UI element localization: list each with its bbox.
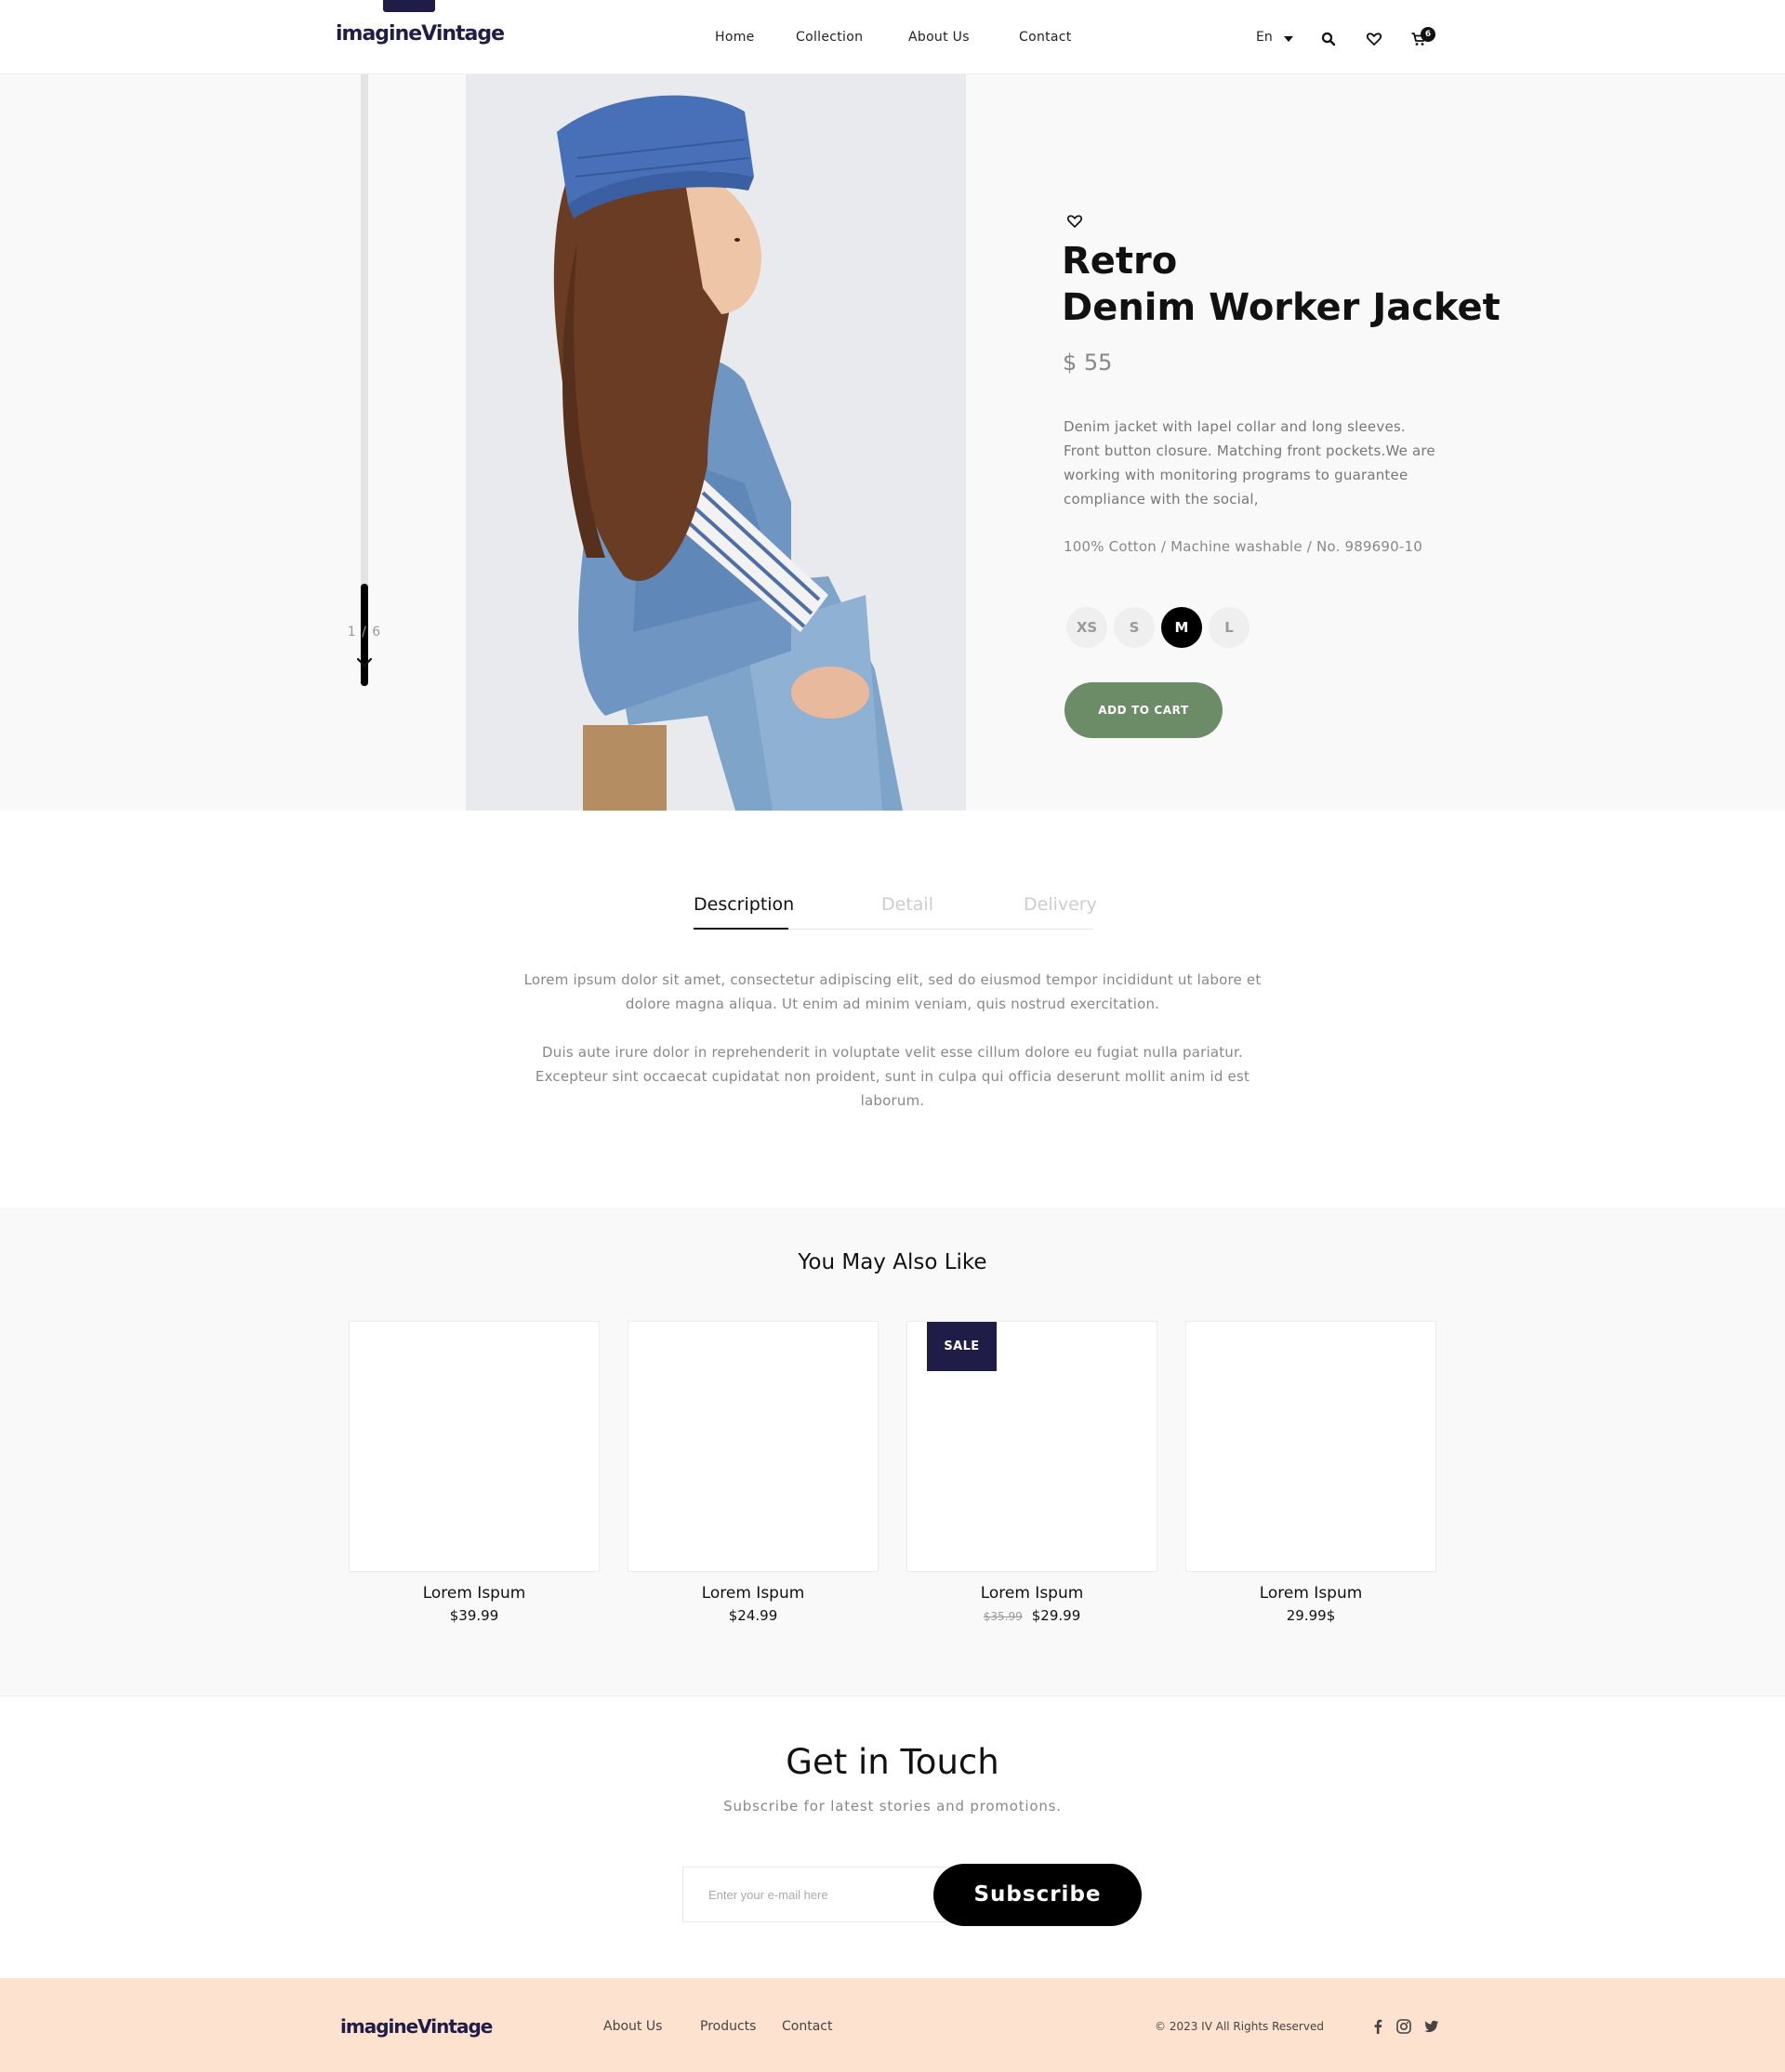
product-card-name[interactable]: Lorem Ispum — [906, 1584, 1157, 1603]
product-card-name[interactable]: Lorem Ispum — [628, 1584, 879, 1603]
heart-icon[interactable] — [1366, 31, 1382, 47]
gallery-counter: 1 / 6 — [347, 625, 382, 640]
facebook-icon[interactable] — [1369, 2018, 1386, 2035]
product-card-name[interactable]: Lorem Ispum — [1185, 1584, 1436, 1603]
product-card-price-group: $35.99 $29.99 — [906, 1607, 1157, 1624]
product-title: Retro Denim Worker Jacket — [1062, 238, 1508, 331]
product-photo — [466, 74, 966, 811]
logo-tab-decoration — [383, 0, 435, 12]
nav-contact[interactable]: Contact — [1019, 30, 1072, 45]
product-title-line2: Denim Worker Jacket — [1062, 286, 1501, 329]
product-description: Denim jacket with lapel collar and long … — [1064, 418, 1435, 508]
size-option-m[interactable]: M — [1161, 607, 1202, 648]
description-paragraph-1: Lorem ipsum dolor sit amet, consectetur … — [523, 971, 1262, 1012]
related-products-title: You May Also Like — [798, 1250, 987, 1274]
product-card-image[interactable] — [628, 1321, 879, 1572]
add-to-cart-button[interactable]: ADD TO CART — [1064, 682, 1223, 738]
tab-delivery[interactable]: Delivery — [1024, 894, 1097, 915]
product-card-price: $39.99 — [449, 1607, 499, 1624]
copyright-text: © 2023 IV All Rights Reserved — [1155, 2020, 1324, 2033]
footer-link-products[interactable]: Products — [700, 2019, 756, 2034]
tab-description[interactable]: Description — [694, 894, 794, 915]
sale-badge: SALE — [927, 1322, 997, 1371]
size-option-s[interactable]: S — [1114, 607, 1155, 648]
product-card-price: $29.99 — [1031, 1607, 1081, 1624]
size-option-l[interactable]: L — [1209, 607, 1250, 648]
newsletter-subtitle: Subscribe for latest stories and promoti… — [723, 1798, 1062, 1815]
product-title-line1: Retro — [1062, 240, 1178, 283]
email-input[interactable] — [682, 1867, 952, 1922]
twitter-icon[interactable] — [1423, 2018, 1440, 2035]
language-selector[interactable]: En — [1256, 30, 1273, 45]
active-tab-indicator — [694, 928, 788, 930]
related-products-section — [0, 1208, 1785, 1696]
footer-logo[interactable]: imagineVintage — [340, 2015, 493, 2038]
instagram-icon[interactable] — [1395, 2018, 1412, 2035]
site-footer — [0, 1978, 1785, 2072]
product-card-image[interactable] — [349, 1321, 600, 1572]
nav-home[interactable]: Home — [715, 30, 755, 45]
nav-collection[interactable]: Collection — [796, 30, 863, 45]
search-icon[interactable] — [1320, 31, 1337, 47]
product-card-price: 29.99$ — [1286, 1607, 1336, 1624]
product-card-old-price: $35.99 — [983, 1610, 1023, 1623]
footer-link-about-us[interactable]: About Us — [603, 2019, 662, 2034]
chevron-down-icon[interactable] — [355, 656, 374, 669]
site-logo[interactable]: imagineVintage — [336, 22, 505, 46]
size-option-xs[interactable]: XS — [1066, 607, 1107, 648]
product-card-price: $24.99 — [728, 1607, 778, 1624]
site-header — [0, 0, 1785, 74]
nav-about-us[interactable]: About Us — [908, 30, 970, 45]
product-spec: 100% Cotton / Machine washable / No. 989… — [1064, 538, 1423, 555]
description-paragraph-2: Duis aute irure dolor in reprehenderit i… — [535, 1044, 1250, 1109]
subscribe-button[interactable]: Subscribe — [933, 1864, 1142, 1926]
product-tabs: Description Detail Delivery — [694, 891, 1097, 930]
product-card-image[interactable] — [1185, 1321, 1436, 1572]
heart-icon[interactable] — [1066, 214, 1083, 229]
newsletter-title: Get in Touch — [786, 1742, 999, 1782]
size-selector: XS S M L — [1066, 607, 1250, 648]
product-card-name[interactable]: Lorem Ispum — [349, 1584, 600, 1603]
chevron-down-icon[interactable] — [1284, 36, 1293, 42]
footer-link-contact[interactable]: Contact — [782, 2019, 832, 2034]
product-price: $ 55 — [1063, 350, 1113, 376]
tab-detail[interactable]: Detail — [881, 894, 933, 915]
cart-count-badge: 6 — [1421, 27, 1435, 42]
